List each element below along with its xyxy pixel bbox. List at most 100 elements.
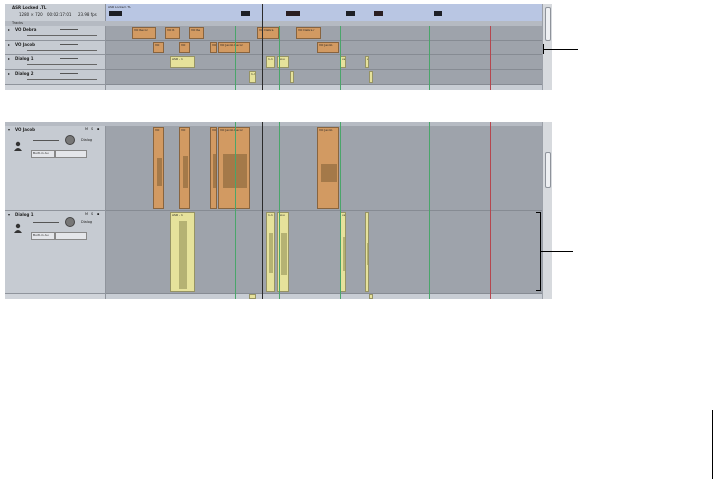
video-thumb-1 — [109, 11, 122, 16]
mute-icon[interactable]: M — [85, 127, 88, 131]
channel-select[interactable] — [55, 150, 87, 158]
timeline-overview-screenshot: ASR Locked .TL 1280 × 720 00:02:17:01 23… — [5, 4, 552, 90]
lock-icon[interactable]: ▪ — [97, 212, 99, 216]
person-icon — [13, 136, 23, 151]
pan-slider[interactable] — [27, 79, 97, 80]
callout-line — [540, 251, 573, 252]
pan-slider[interactable] — [27, 64, 97, 65]
frame-size: 1280 × 720 — [19, 12, 43, 17]
disclosure-triangle-icon[interactable]: ▸ — [8, 71, 10, 76]
output-select[interactable]: Built-in Au — [31, 150, 55, 158]
volume-slider[interactable] — [60, 29, 78, 30]
volume-slider[interactable] — [60, 58, 78, 59]
disclosure-triangle-icon[interactable]: ▾ — [8, 212, 10, 217]
region-vo-debra[interactable]: VO Debra r — [296, 27, 321, 39]
speaker-icon — [65, 217, 75, 227]
region-vo-jacob[interactable]: VO Jacob — [317, 127, 339, 209]
person-icon — [13, 218, 23, 233]
lock-icon[interactable]: ▪ — [97, 127, 99, 131]
playhead[interactable] — [262, 122, 263, 299]
volume-slider[interactable] — [60, 44, 78, 45]
video-thumb-5 — [374, 11, 383, 16]
ruler-label: ASR Locked .TL — [108, 5, 131, 9]
marker-line — [490, 26, 491, 90]
lane-dialog-2[interactable] — [106, 70, 542, 85]
region-vo-debra[interactable]: VO Re — [189, 27, 204, 39]
video-thumb-3 — [286, 11, 300, 16]
volume-slider[interactable] — [60, 73, 78, 74]
scrollbar-thumb[interactable] — [545, 152, 551, 188]
timecode: 00:02:17:01 — [47, 12, 72, 17]
track-header-partial — [5, 294, 106, 299]
region-dialog-2[interactable] — [290, 71, 294, 83]
marker-line — [429, 122, 430, 299]
region-dialog-1[interactable]: e — [365, 56, 369, 68]
region-dialog-1[interactable] — [249, 294, 256, 299]
region-vo-debra[interactable]: VO Recor — [132, 27, 156, 39]
volume-slider[interactable] — [33, 140, 59, 141]
project-info: ASR Locked .TL 1280 × 720 00:02:17:01 23… — [5, 4, 106, 21]
region-vo-jacob[interactable]: VO — [179, 127, 190, 209]
region-vo-jacob[interactable]: VO — [153, 42, 164, 53]
track-header-vo-debra[interactable]: ▸ VO Debra — [5, 26, 106, 41]
region-vo-jacob[interactable]: VO — [153, 127, 164, 209]
track-header-dialog-1[interactable]: ▸ Dialog 1 — [5, 55, 106, 70]
region-vo-debra[interactable]: VO R — [165, 27, 180, 39]
channel-select[interactable] — [55, 232, 87, 240]
track-name: VO Jacob — [15, 127, 35, 132]
track-name: Dialog 2 — [15, 71, 34, 76]
track-name: Dialog 1 — [15, 56, 34, 61]
output-select[interactable]: Built-in Au — [31, 232, 55, 240]
mute-icon[interactable]: M — [85, 212, 88, 216]
project-title: ASR Locked .TL — [12, 5, 47, 10]
region-vo-debra[interactable]: VO Debra — [257, 27, 279, 39]
track-header-dialog-1[interactable]: ▾ Dialog 1 M S ▪ Dialog Built-in Au — [5, 211, 106, 294]
tracks-label: Tracks — [12, 21, 23, 25]
region-dialog-1[interactable] — [365, 212, 369, 292]
region-vo-jacob[interactable]: VO — [179, 42, 190, 53]
callout-line — [543, 49, 578, 50]
dialog-label: Dialog — [81, 220, 93, 224]
region-vo-jacob[interactable]: VO Jacob Recor — [218, 127, 250, 209]
disclosure-triangle-icon[interactable]: ▾ — [8, 127, 10, 132]
region-vo-jacob[interactable]: VO Jacob Recor — [218, 42, 250, 53]
volume-slider[interactable] — [33, 222, 59, 223]
disclosure-triangle-icon[interactable]: ▸ — [8, 42, 10, 47]
solo-icon[interactable]: S — [91, 212, 93, 216]
callout-bracket-bottom — [536, 290, 541, 291]
disclosure-triangle-icon[interactable]: ▸ — [8, 56, 10, 61]
video-thumb-2 — [241, 11, 250, 16]
region-vo-jacob[interactable]: VO — [210, 42, 217, 53]
scrollbar-thumb[interactable] — [545, 7, 551, 41]
track-name: Dialog 1 — [15, 212, 34, 217]
video-thumb-6 — [434, 11, 442, 16]
region-dialog-1[interactable]: ASR - 1 — [170, 56, 195, 68]
marker-line — [429, 26, 430, 90]
region-dialog-1[interactable]: 1-1 — [266, 56, 275, 68]
callout-bracket-top — [536, 212, 541, 213]
region-dialog-2[interactable]: 1-1 — [249, 71, 256, 83]
pan-slider[interactable] — [27, 35, 97, 36]
region-dialog-1[interactable]: 1-1 — [266, 212, 275, 292]
track-header-dialog-2[interactable]: ▸ Dialog 2 — [5, 70, 106, 85]
marker-line — [279, 122, 280, 299]
track-name: VO Jacob — [15, 42, 35, 47]
region-dialog-1[interactable] — [369, 294, 373, 299]
video-thumb-4 — [346, 11, 355, 16]
marker-line — [490, 122, 491, 299]
marker-line — [235, 122, 236, 299]
region-dialog-1[interactable]: ASR - 1 — [170, 212, 195, 292]
solo-icon[interactable]: S — [91, 127, 93, 131]
vertical-scrollbar[interactable] — [542, 122, 552, 299]
pan-slider[interactable] — [27, 50, 97, 51]
video-ruler[interactable]: ASR Locked .TL — [106, 4, 542, 21]
track-header-vo-jacob[interactable]: ▸ VO Jacob — [5, 41, 106, 55]
region-dialog-2[interactable] — [369, 71, 373, 83]
track-header-vo-jacob[interactable]: ▾ VO Jacob M S ▪ Dialog Built-in Au — [5, 126, 106, 211]
region-vo-jacob[interactable]: VO — [210, 127, 217, 209]
disclosure-triangle-icon[interactable]: ▸ — [8, 27, 10, 32]
region-vo-jacob[interactable]: VO Jacob — [317, 42, 339, 53]
playhead[interactable] — [262, 4, 263, 90]
timeline-expanded-screenshot: ▾ VO Jacob M S ▪ Dialog Built-in Au ▾ Di… — [5, 122, 552, 299]
track-name: VO Debra — [15, 27, 37, 32]
